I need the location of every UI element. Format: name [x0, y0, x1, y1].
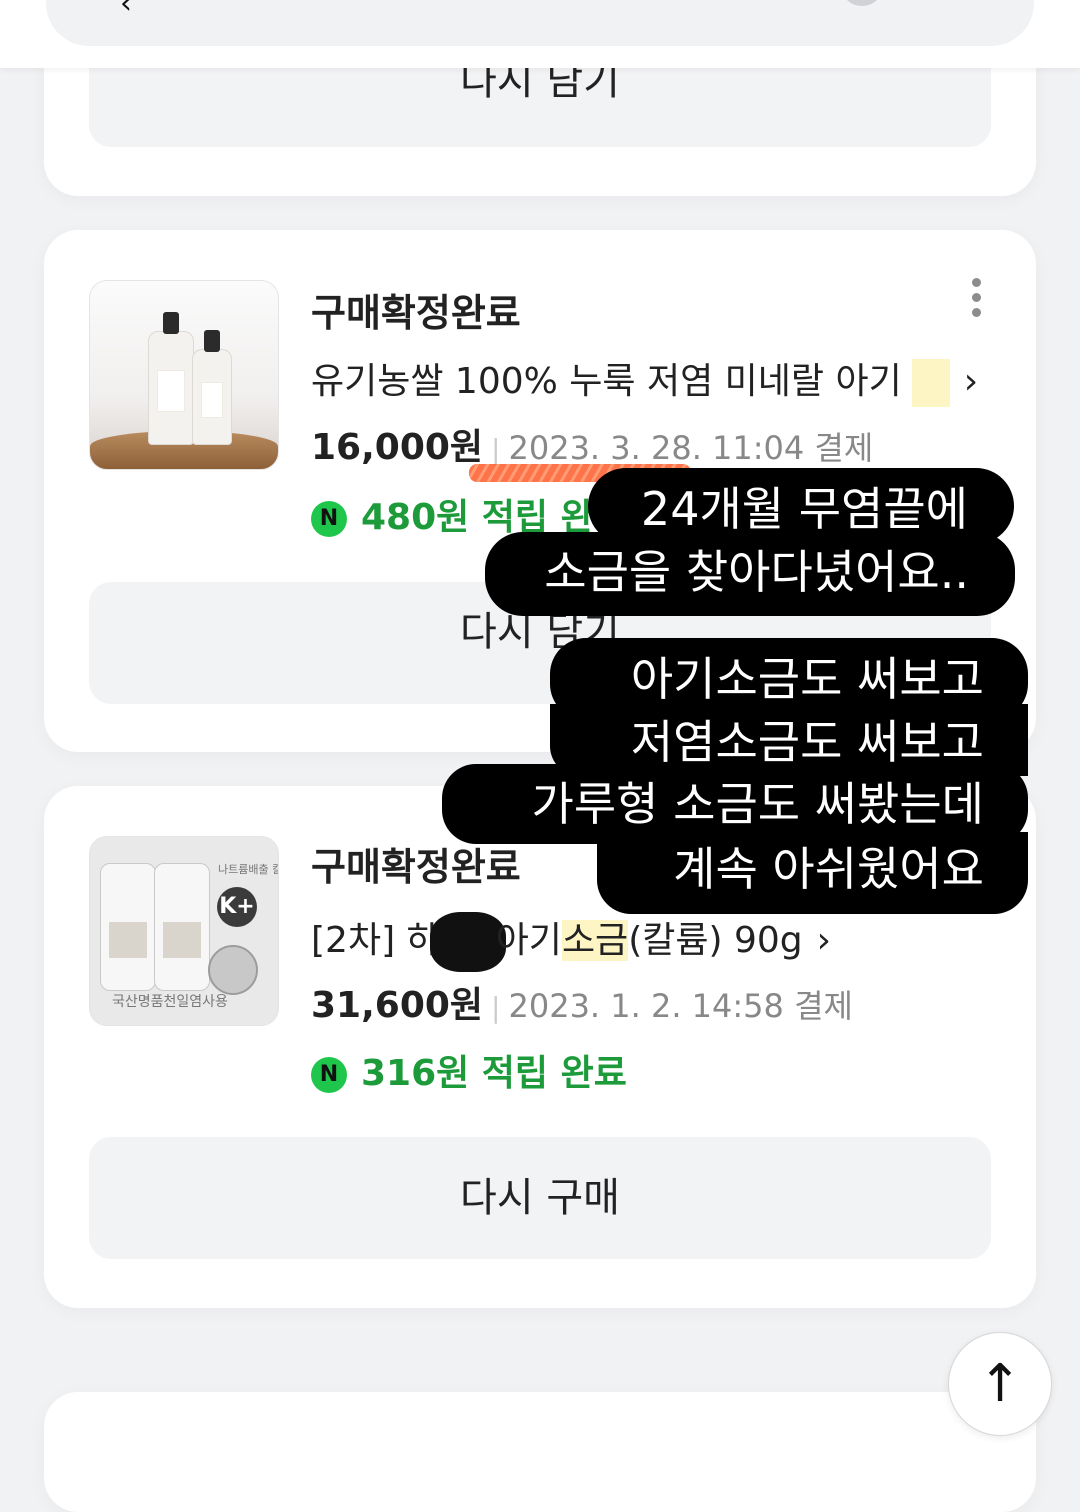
npay-icon: N: [311, 501, 347, 537]
product-name-highlight: 소금: [561, 920, 629, 961]
product-name-mid: 아기: [495, 920, 562, 961]
payment-date: 2023. 3. 28. 11:04 결제: [508, 429, 874, 467]
reward-line: N 316원 적립 완료: [311, 1044, 627, 1096]
npay-icon: N: [311, 1057, 347, 1093]
price: 16,000원: [311, 427, 484, 468]
potassium-badge: K+: [217, 887, 257, 927]
chevron-right-icon: ›: [963, 361, 979, 402]
order-status: 구매확정완료: [311, 845, 521, 889]
highlight-mark: [911, 359, 950, 407]
product-thumbnail[interactable]: 나트륨배출 칼륨함유 K+ 국산명품천일염사용: [89, 836, 279, 1026]
thumb-badge-text: 나트륨배출 칼륨함유: [218, 863, 278, 876]
overlay-line: 계속 아쉬웠어요: [597, 832, 1028, 914]
lotus-image: [208, 945, 258, 995]
search-pill[interactable]: [46, 0, 1034, 46]
overlay-line: 소금을 찾아다녔어요..: [485, 532, 1015, 616]
order-status: 구매확정완료: [311, 291, 521, 335]
chevron-left-icon[interactable]: ‹: [120, 0, 132, 21]
product-name-suffix: (칼륨) 90g: [628, 920, 803, 961]
redaction-mark: [429, 912, 506, 972]
price-line: 16,000원 | 2023. 3. 28. 11:04 결제: [311, 427, 874, 468]
price: 31,600원: [311, 985, 484, 1026]
product-name: 유기농쌀 100% 누룩 저염 미네랄 아기: [311, 361, 902, 402]
more-options-icon[interactable]: [969, 278, 983, 323]
product-name-link[interactable]: 유기농쌀 100% 누룩 저염 미네랄 아기 ›: [311, 352, 978, 407]
order-card: [44, 1392, 1036, 1512]
payment-date: 2023. 1. 2. 14:58 결제: [508, 987, 853, 1025]
top-bar: ‹: [0, 0, 1080, 68]
product-thumbnail[interactable]: [89, 280, 279, 470]
chevron-right-icon: ›: [816, 920, 832, 961]
product-name-prefix: [2차] 하: [311, 920, 440, 961]
thumb-caption: 국산명품천일염사용: [112, 994, 228, 1010]
reward-text: 316원 적립 완료: [361, 1053, 627, 1094]
buy-again-button[interactable]: 다시 구매: [89, 1137, 991, 1259]
arrow-up-icon[interactable]: ↑: [948, 1332, 1052, 1436]
price-line: 31,600원 | 2023. 1. 2. 14:58 결제: [311, 985, 853, 1026]
product-name-link[interactable]: [2차] 하 아기소금(칼륨) 90g ›: [311, 911, 831, 972]
